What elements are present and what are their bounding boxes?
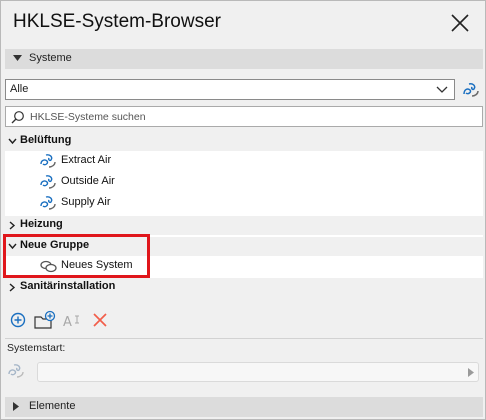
tree-item-supply-air[interactable]: Supply Air	[5, 193, 483, 214]
mep-system-icon	[8, 364, 24, 378]
close-icon	[451, 14, 469, 32]
tree-group-sanitaerinstallation[interactable]: Sanitärinstallation	[5, 278, 483, 297]
tree-item-label: Supply Air	[61, 196, 111, 208]
system-search-field[interactable]: HKLSE-Systeme suchen	[5, 106, 483, 127]
air-system-icon	[40, 196, 56, 210]
tree-group-label: Sanitärinstallation	[20, 280, 116, 292]
tree-group-label: Heizung	[20, 218, 63, 230]
collapsed-arrow-icon	[9, 283, 16, 292]
search-icon	[11, 111, 24, 124]
systeme-section-header[interactable]: Systeme	[5, 49, 483, 69]
tree-toolbar: A	[5, 303, 483, 337]
tree-item-label: Outside Air	[61, 175, 115, 187]
elemente-section-header[interactable]: Elemente	[5, 397, 483, 417]
svg-text:A: A	[63, 315, 72, 330]
rename-button[interactable]: A	[61, 309, 83, 331]
air-system-icon	[40, 154, 56, 168]
tree-item-outside-air[interactable]: Outside Air	[5, 172, 483, 193]
expanded-arrow-icon	[8, 138, 17, 145]
caret-right-icon	[13, 402, 19, 411]
caret-down-icon	[13, 55, 22, 61]
chevron-down-icon	[436, 86, 448, 93]
air-system-icon	[40, 175, 56, 189]
tree-group-belueftung[interactable]: Belüftung	[5, 132, 483, 151]
divider	[5, 338, 483, 339]
systemstart-label: Systemstart:	[7, 342, 66, 354]
new-group-button[interactable]	[33, 309, 56, 331]
systemstart-field[interactable]	[37, 362, 479, 382]
tree-group-label: Belüftung	[20, 134, 72, 146]
system-browser-window: HKLSE-System-Browser Systeme Alle HKLSE-…	[0, 0, 486, 420]
system-settings-button[interactable]	[461, 80, 481, 100]
highlight-annotation	[3, 234, 150, 278]
collapsed-arrow-icon	[9, 221, 16, 230]
titlebar: HKLSE-System-Browser	[1, 1, 485, 47]
tree-item-label: Extract Air	[61, 154, 112, 166]
window-title: HKLSE-System-Browser	[13, 11, 221, 32]
system-filter-dropdown[interactable]: Alle	[5, 79, 455, 100]
close-button[interactable]	[449, 12, 471, 34]
systeme-section-label: Systeme	[29, 52, 72, 64]
tree-group-heizung[interactable]: Heizung	[5, 216, 483, 235]
tree-item-extract-air[interactable]: Extract Air	[5, 151, 483, 172]
new-folder-icon	[34, 310, 56, 329]
delete-button[interactable]	[89, 309, 111, 331]
rename-icon: A	[63, 315, 79, 330]
add-system-icon	[10, 312, 26, 328]
chevron-right-icon	[468, 368, 474, 377]
search-placeholder: HKLSE-Systeme suchen	[30, 111, 146, 123]
system-filter-value: Alle	[10, 83, 29, 95]
elemente-section-label: Elemente	[29, 400, 76, 412]
delete-icon	[93, 313, 107, 327]
add-system-button[interactable]	[7, 309, 29, 331]
mep-system-icon	[463, 83, 479, 97]
